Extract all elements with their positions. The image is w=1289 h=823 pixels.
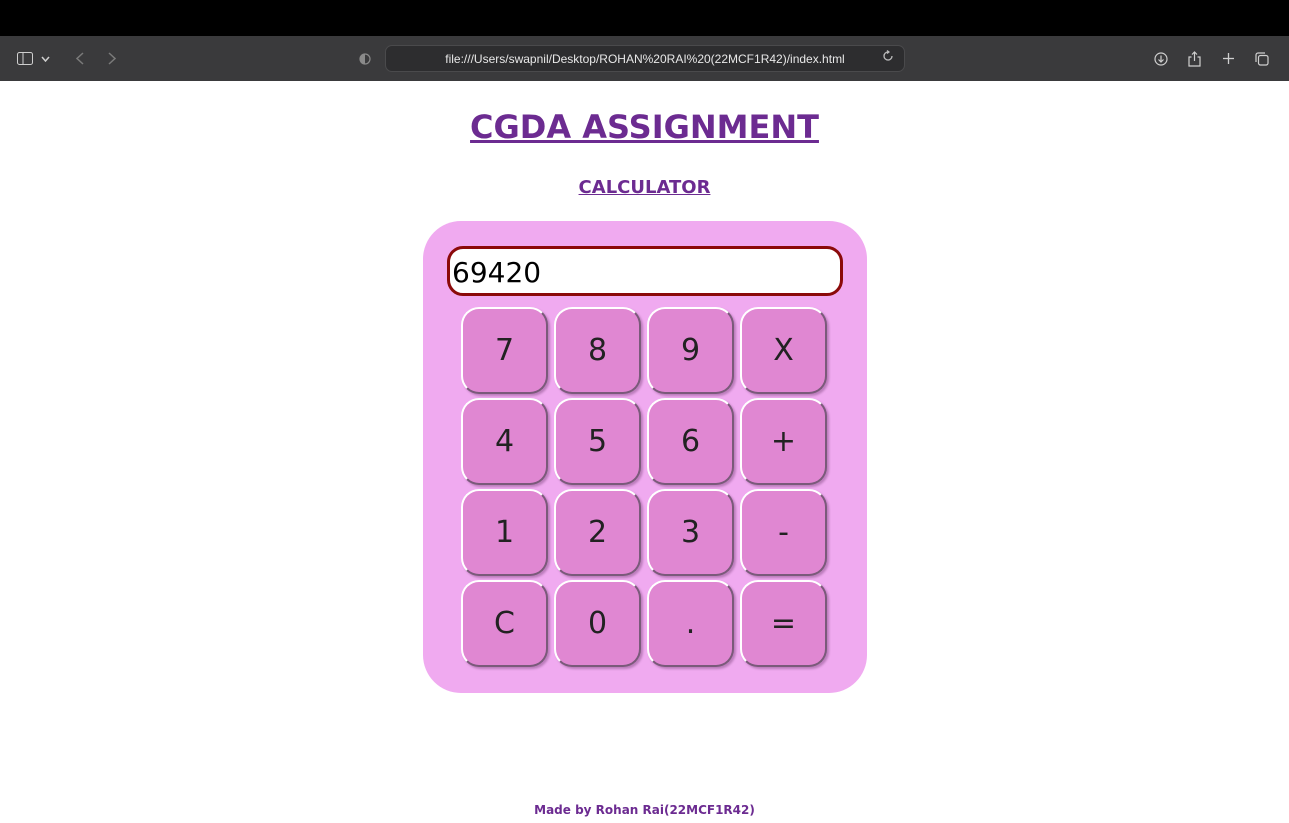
- key-5[interactable]: 5: [554, 398, 641, 485]
- key-9[interactable]: 9: [647, 307, 734, 394]
- key-0[interactable]: 0: [554, 580, 641, 667]
- plus-icon[interactable]: [1218, 36, 1238, 81]
- sidebar-icon[interactable]: [14, 36, 36, 81]
- forward-icon[interactable]: [104, 36, 120, 81]
- share-icon[interactable]: [1184, 36, 1204, 81]
- key-clear[interactable]: C: [461, 580, 548, 667]
- key-8[interactable]: 8: [554, 307, 641, 394]
- calculator-keypad: 7 8 9 X 4 5 6 + 1 2 3 - C 0 . =: [461, 307, 833, 669]
- key-decimal[interactable]: .: [647, 580, 734, 667]
- back-icon[interactable]: [72, 36, 88, 81]
- chevron-down-icon[interactable]: [38, 36, 52, 81]
- url-text: file:///Users/swapnil/Desktop/ROHAN%20RA…: [445, 51, 845, 66]
- key-3[interactable]: 3: [647, 489, 734, 576]
- browser-toolbar: file:///Users/swapnil/Desktop/ROHAN%20RA…: [0, 36, 1289, 81]
- calculator-display[interactable]: 69420: [447, 246, 843, 296]
- address-bar[interactable]: file:///Users/swapnil/Desktop/ROHAN%20RA…: [385, 45, 905, 72]
- page-subtitle: CALCULATOR: [578, 177, 711, 198]
- page-title: CGDA ASSIGNMENT: [470, 108, 819, 146]
- key-2[interactable]: 2: [554, 489, 641, 576]
- key-minus[interactable]: -: [740, 489, 827, 576]
- window-top-strip: [0, 0, 1289, 36]
- key-6[interactable]: 6: [647, 398, 734, 485]
- tabs-overview-icon[interactable]: [1252, 36, 1272, 81]
- footer-credit: Made by Rohan Rai(22MCF1R42): [534, 803, 755, 817]
- key-7[interactable]: 7: [461, 307, 548, 394]
- key-equals[interactable]: =: [740, 580, 827, 667]
- calculator: 69420 7 8 9 X 4 5 6 + 1 2 3 - C 0 . =: [423, 221, 867, 693]
- download-icon[interactable]: [1151, 36, 1171, 81]
- reload-icon[interactable]: [882, 50, 894, 65]
- key-1[interactable]: 1: [461, 489, 548, 576]
- key-4[interactable]: 4: [461, 398, 548, 485]
- privacy-shield-icon[interactable]: [356, 36, 374, 81]
- key-plus[interactable]: +: [740, 398, 827, 485]
- key-multiply[interactable]: X: [740, 307, 827, 394]
